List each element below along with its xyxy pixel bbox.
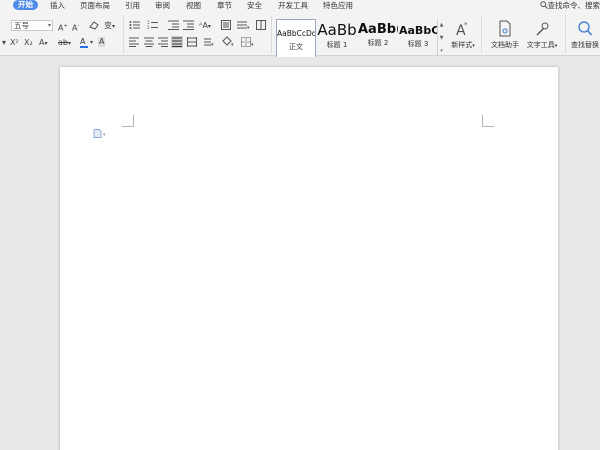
text-tools-label: 文字工具	[526, 41, 555, 49]
style-heading-1[interactable]: AaBb 标题 1	[317, 19, 357, 59]
svg-text:▾: ▾	[247, 25, 250, 30]
align-left-icon[interactable]	[129, 37, 139, 47]
phonetic-guide-icon[interactable]: 变▾	[104, 21, 115, 32]
margin-corner-top-right	[482, 115, 494, 127]
divider	[123, 15, 124, 53]
tab-review[interactable]: 审阅	[155, 0, 170, 11]
chevron-up-icon[interactable]: ▲	[438, 19, 445, 32]
table-borders-icon[interactable]: ▾	[241, 37, 255, 47]
find-replace-label: 查找替换	[571, 41, 599, 49]
style-heading-2[interactable]: AaBb( 标题 2	[358, 19, 398, 59]
tab-view[interactable]: 视图	[186, 0, 201, 11]
svg-text:▾: ▾	[251, 42, 254, 47]
chevron-down-icon[interactable]: ▾	[90, 38, 93, 48]
style-normal-sample: AaBbCcDd	[277, 29, 315, 38]
search-icon	[539, 1, 548, 9]
character-shading-icon[interactable]: A	[98, 37, 106, 47]
distributed-align-icon[interactable]	[187, 37, 197, 47]
svg-text:▾: ▾	[231, 42, 234, 47]
style-heading-2-label: 标题 2	[367, 39, 389, 47]
new-style-button[interactable]: A * 新样式▾	[450, 20, 476, 50]
align-right-icon[interactable]	[158, 37, 168, 47]
divider	[565, 15, 566, 53]
doc-assistant-label: 文档助手	[491, 41, 519, 49]
style-normal-label: 正文	[289, 43, 303, 51]
text-direction-icon[interactable]: ᴬA▾	[199, 21, 211, 32]
styles-gallery: AaBbCcDd 正文 AaBb 标题 1 AaBb( 标题 2 AaBbC( …	[274, 19, 446, 59]
font-size-value: 五号	[14, 21, 29, 30]
paragraph-options-icon[interactable]: ▾	[93, 129, 109, 140]
tab-home[interactable]: 开始	[13, 0, 38, 10]
divider	[481, 15, 482, 53]
search-icon	[578, 21, 593, 36]
style-normal[interactable]: AaBbCcDd 正文	[276, 19, 316, 59]
style-heading-1-label: 标题 1	[326, 41, 348, 49]
command-search-label: 查找命令、搜索	[547, 1, 600, 10]
new-style-label: 新样式	[451, 41, 473, 49]
superscript-icon[interactable]: X²	[10, 38, 19, 48]
svg-text:2: 2	[147, 25, 150, 30]
tab-special-apps[interactable]: 特色应用	[323, 0, 353, 11]
find-replace-button[interactable]: 查找替换	[570, 20, 600, 50]
style-heading-3[interactable]: AaBbC( 标题 3	[399, 19, 437, 59]
text-tools-button[interactable]: 文字工具▾	[525, 20, 559, 50]
subscript-icon[interactable]: X₂	[24, 38, 33, 48]
strikethrough-icon[interactable]: ab▾	[58, 38, 71, 49]
paragraph-spacing-icon[interactable]: ▾	[201, 37, 215, 47]
style-heading-3-sample: AaBbC(	[399, 24, 437, 37]
tab-insert[interactable]: 插入	[50, 0, 65, 11]
style-heading-3-label: 标题 3	[407, 40, 429, 48]
font-size-select[interactable]: 五号 ▾	[11, 20, 53, 31]
svg-text:*: *	[464, 21, 468, 29]
doc-assistant-button[interactable]: 文档助手	[487, 20, 523, 50]
tab-developer-tools[interactable]: 开发工具	[278, 0, 308, 11]
chevron-down-icon[interactable]: ▼	[438, 32, 445, 45]
grow-font-icon[interactable]: A+	[58, 21, 68, 34]
borders-icon[interactable]	[256, 20, 266, 30]
bullet-list-icon[interactable]	[129, 20, 143, 30]
wrench-icon	[536, 22, 549, 36]
font-color-icon[interactable]: A	[80, 37, 88, 48]
decrease-indent-icon[interactable]	[168, 20, 179, 30]
command-search[interactable]: 查找命令、搜索	[539, 0, 600, 11]
margin-corner-top-left	[122, 115, 134, 127]
chinese-layout-icon[interactable]	[221, 20, 231, 30]
divider	[271, 15, 272, 53]
tab-page-layout[interactable]: 页面布局	[80, 0, 110, 11]
ribbon-toolbar: 五号 ▾ A+ A- 变▾ ▾ X² X₂ A▾ ab▾ A ▾ A 12 ᴬA…	[0, 11, 600, 59]
menu-bar: 开始 插入 页面布局 引用 审阅 视图 章节 安全 开发工具 特色应用 查找命令…	[0, 0, 600, 11]
justify-icon[interactable]	[171, 36, 183, 48]
svg-text:▾: ▾	[103, 132, 106, 138]
document-page[interactable]: ▾	[60, 67, 558, 450]
line-spacing-icon[interactable]: ▾	[237, 20, 251, 30]
numbered-list-icon[interactable]: 12	[147, 20, 161, 30]
chevron-down-icon: ▾	[47, 22, 51, 29]
svg-text:▾: ▾	[211, 42, 214, 47]
text-effect-icon[interactable]: A▾	[39, 38, 48, 49]
document-workspace: ▾	[0, 57, 600, 450]
tab-chapter[interactable]: 章节	[217, 0, 232, 11]
tab-references[interactable]: 引用	[125, 0, 140, 11]
style-heading-1-sample: AaBb	[317, 21, 357, 39]
shading-icon[interactable]: ▾	[222, 36, 236, 47]
increase-indent-icon[interactable]	[183, 20, 194, 30]
new-style-icon: A*	[456, 21, 468, 38]
chevron-down-icon[interactable]: ▾	[2, 38, 6, 48]
styles-gallery-scroll[interactable]: ▲ ▼ ▾	[437, 19, 445, 59]
tab-security[interactable]: 安全	[247, 0, 262, 11]
document-icon	[499, 20, 511, 37]
clear-format-icon[interactable]	[88, 20, 99, 30]
shrink-font-icon[interactable]: A-	[72, 21, 79, 34]
style-heading-2-sample: AaBb(	[358, 22, 398, 37]
align-center-icon[interactable]	[144, 37, 154, 47]
